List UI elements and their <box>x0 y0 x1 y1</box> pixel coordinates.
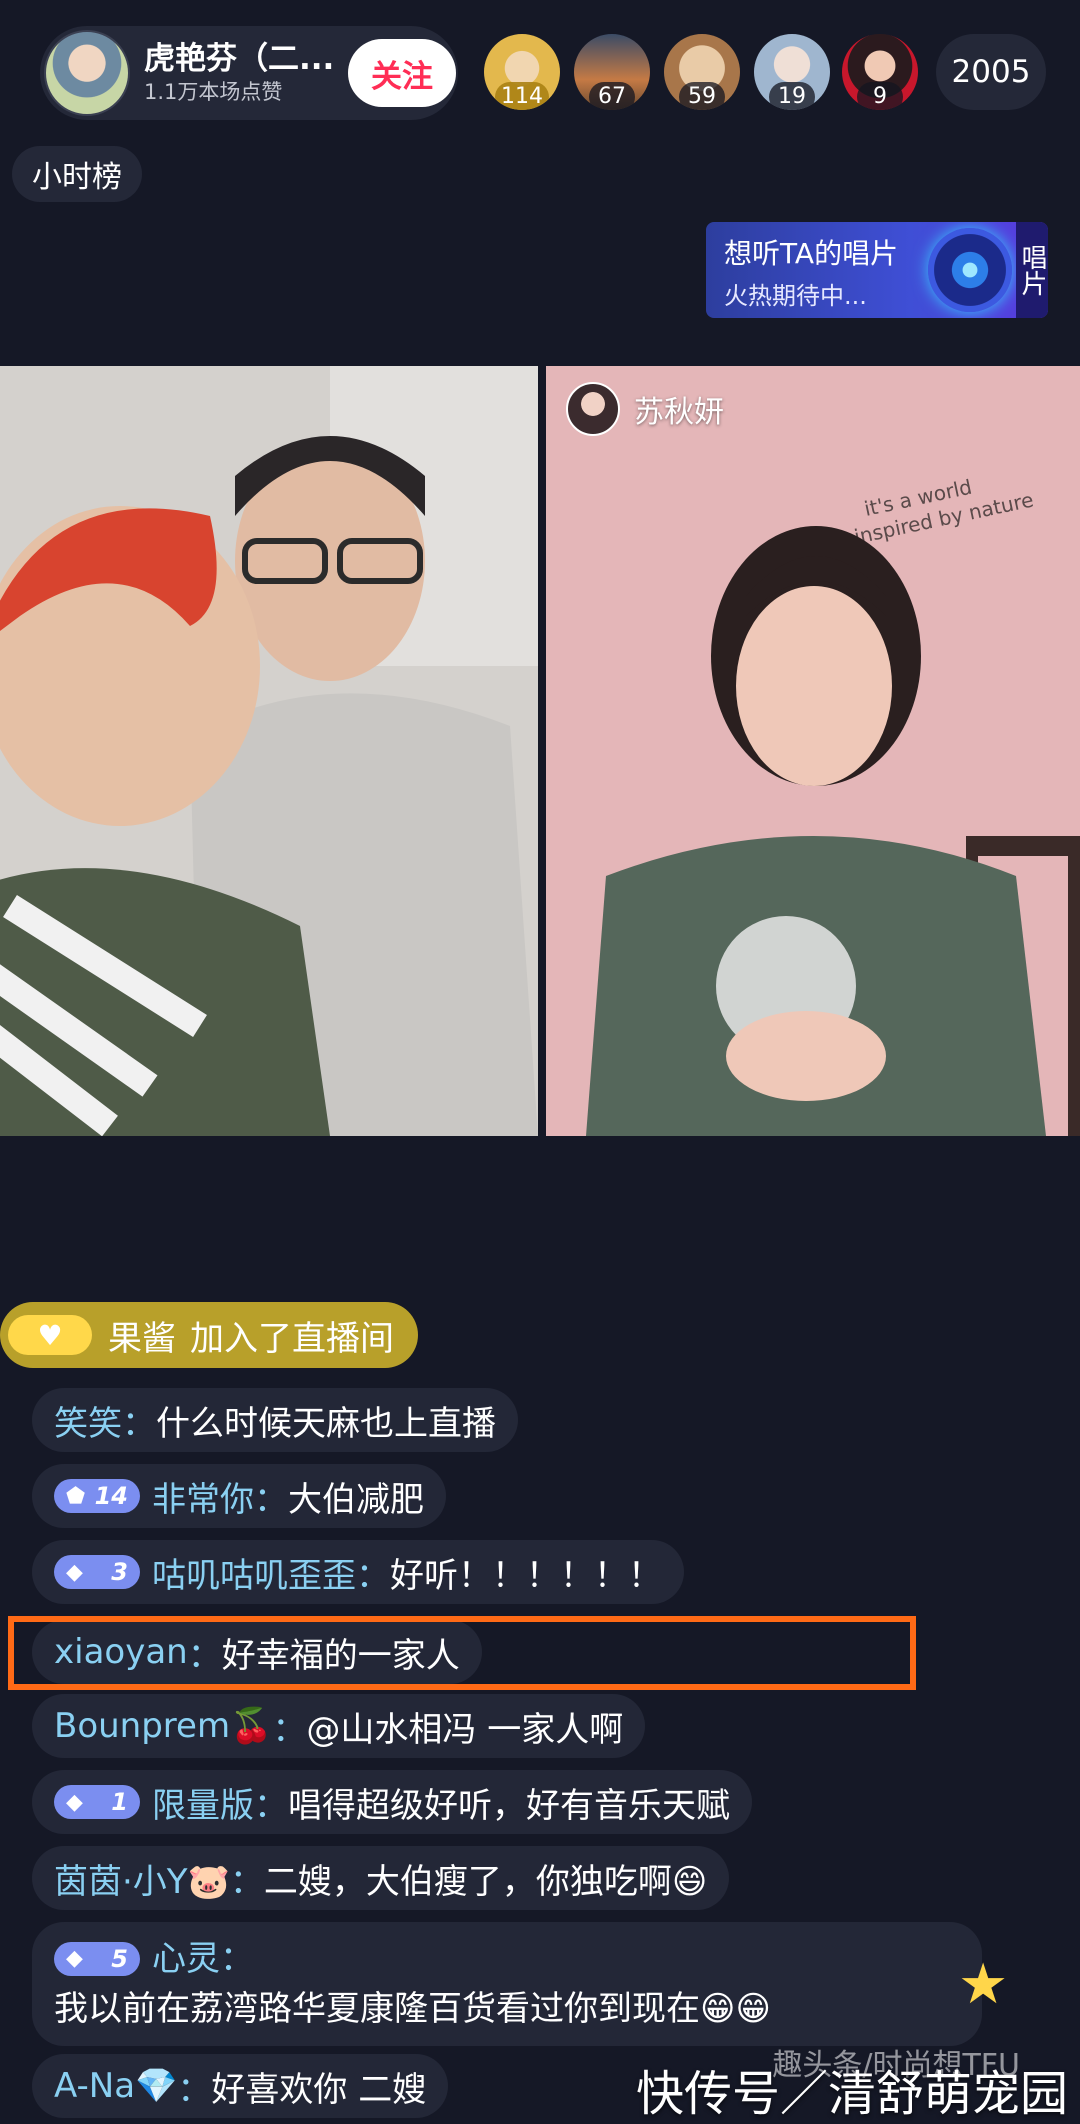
host-name: 虎艳芬（二... <box>144 41 335 77</box>
chat-text: 我以前在荔湾路华夏康隆百货看过你到现在😁😁 <box>54 1989 771 2029</box>
join-notice-text: 加入了直播间 <box>190 1318 394 1359</box>
host-video-illustration <box>0 366 538 1136</box>
join-notice: ♥ 果酱 加入了直播间 <box>0 1302 418 1368</box>
host-avatar[interactable] <box>44 30 130 116</box>
chat-separator: ： <box>220 1939 254 1979</box>
chat-text: 好听！！！！！！ <box>390 1555 662 1596</box>
chat-username[interactable]: A-Na💎 <box>54 2066 177 2106</box>
highlight-box <box>8 1616 916 1690</box>
vinyl-record-icon <box>928 228 1012 312</box>
follow-button[interactable]: 关注 <box>348 39 456 107</box>
viewer-badge: 67 <box>589 82 635 110</box>
chat-separator: ： <box>356 1555 390 1596</box>
diamond-icon: ◆ <box>66 1789 83 1815</box>
fan-level: 14 <box>94 1482 128 1510</box>
fan-level: 3 <box>111 1558 128 1586</box>
chat-username[interactable]: 心灵 <box>152 1934 220 1984</box>
viewer-avatar[interactable]: 114 <box>484 34 560 110</box>
hour-rank-button[interactable]: 小时榜 <box>12 146 142 202</box>
chat-message[interactable]: ◆ 1 限量版：唱得超级好听，好有音乐天赋 <box>32 1770 752 1834</box>
guest-video-illustration: it's a world inspired by nature <box>546 366 1080 1136</box>
record-banner[interactable]: 想听TA的唱片 火热期待中... 唱片 <box>706 222 1048 318</box>
viewer-badge: 114 <box>495 82 549 110</box>
chat-separator: ： <box>122 1403 156 1444</box>
gem-icon: ⬟ <box>66 1483 86 1509</box>
chat-separator: ： <box>254 1785 288 1826</box>
host-video-feed[interactable] <box>0 366 538 1136</box>
chat-text: 什么时候天麻也上直播 <box>156 1403 496 1444</box>
viewer-avatar[interactable]: 9 <box>842 34 918 110</box>
diamond-icon: ◆ <box>66 1946 83 1971</box>
chat-separator: ： <box>177 2069 212 2110</box>
viewer-avatar[interactable]: 67 <box>574 34 650 110</box>
fan-level-badge: ◆ 5 <box>54 1942 140 1976</box>
viewer-avatar[interactable]: 59 <box>664 34 740 110</box>
record-banner-subtitle: 火热期待中... <box>724 282 867 310</box>
viewer-badge: 19 <box>769 82 815 110</box>
viewer-count[interactable]: 2005 <box>936 34 1046 110</box>
viewer-avatar[interactable]: 19 <box>754 34 830 110</box>
chat-text: @山水相冯 一家人啊 <box>306 1709 624 1750</box>
fan-level: 1 <box>111 1788 128 1816</box>
chat-separator: ： <box>254 1479 288 1520</box>
guest-tag[interactable]: 苏秋妍 <box>566 382 724 436</box>
chat-text: 唱得超级好听，好有音乐天赋 <box>288 1785 730 1826</box>
heart-icon: ♥ <box>8 1315 92 1355</box>
viewer-badge: 59 <box>679 82 725 110</box>
chat-username[interactable]: 茵茵·小Y🐷 <box>54 1854 230 1903</box>
viewer-badge: 9 <box>857 82 903 110</box>
host-text: 虎艳芬（二... 1.1万本场点赞 <box>144 40 344 106</box>
chat-username[interactable]: 笑笑 <box>54 1396 122 1445</box>
guest-avatar[interactable] <box>566 382 620 436</box>
chat-message[interactable]: Bounprem🍒： @山水相冯 一家人啊 <box>32 1694 646 1758</box>
host-info[interactable]: 虎艳芬（二... 1.1万本场点赞 关注 <box>40 26 458 120</box>
watermark: 快传号／清舒萌宠园 <box>635 2066 1068 2122</box>
host-likes: 1.1万本场点赞 <box>144 80 283 104</box>
chat-username[interactable]: 咕叽咕叽歪歪 <box>152 1548 356 1597</box>
chat-message[interactable]: 茵茵·小Y🐷：二嫂，大伯瘦了，你独吃啊😄 <box>32 1846 730 1910</box>
chat-text: 大伯减肥 <box>288 1479 424 1520</box>
chat-username[interactable]: 非常你 <box>152 1472 254 1521</box>
join-notice-user: 果酱 <box>108 1318 176 1359</box>
guest-video-feed[interactable]: it's a world inspired by nature <box>546 366 1080 1136</box>
fan-level-badge: ◆ 1 <box>54 1785 140 1819</box>
chat-message[interactable]: ◆ 3 咕叽咕叽歪歪：好听！！！！！！ <box>32 1540 684 1604</box>
chat-message[interactable]: A-Na💎：好喜欢你 二嫂 <box>32 2054 449 2118</box>
record-banner-side-label: 唱片 <box>1016 222 1048 318</box>
star-effect-icon[interactable]: ★ <box>958 1952 1028 2022</box>
chat-separator: ： <box>229 1861 264 1902</box>
chat-message[interactable]: ⬟ 14 非常你：大伯减肥 <box>32 1464 446 1528</box>
guest-name: 苏秋妍 <box>634 395 724 430</box>
chat-username[interactable]: Bounprem🍒 <box>54 1706 272 1746</box>
chat-message[interactable]: 笑笑：什么时候天麻也上直播 <box>32 1388 518 1452</box>
chat-text: 好喜欢你 二嫂 <box>211 2069 427 2110</box>
fan-level-badge: ⬟ 14 <box>54 1479 140 1513</box>
fan-level: 5 <box>111 1945 128 1973</box>
chat-text: 二嫂，大伯瘦了，你独吃啊😄 <box>263 1861 708 1902</box>
fan-level-badge: ◆ 3 <box>54 1555 140 1589</box>
record-banner-title: 想听TA的唱片 <box>724 237 899 270</box>
diamond-icon: ◆ <box>66 1559 83 1585</box>
chat-separator: ： <box>272 1709 307 1750</box>
chat-message[interactable]: ◆ 5 心灵：我以前在荔湾路华夏康隆百货看过你到现在😁😁 <box>32 1922 982 2046</box>
chat-username[interactable]: 限量版 <box>152 1778 254 1827</box>
